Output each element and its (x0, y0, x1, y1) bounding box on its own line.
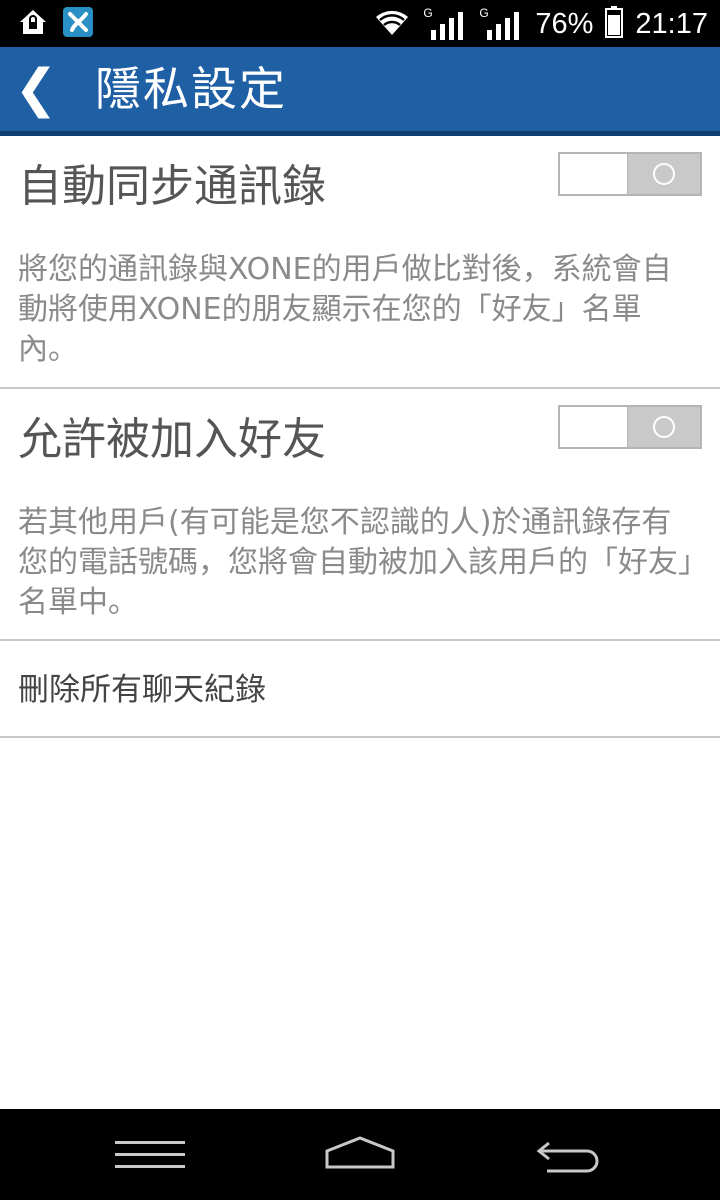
clock: 21:17 (635, 7, 708, 40)
chevron-left-icon: ❮ (14, 59, 58, 119)
toggle-knob (627, 154, 700, 194)
page-title: 隱私設定 (95, 62, 287, 116)
auto-sync-toggle[interactable] (558, 152, 702, 196)
signal-icon: G (479, 6, 523, 42)
navigation-bar (0, 1109, 720, 1200)
setting-title: 允許被加入好友 (18, 414, 326, 465)
back-icon (536, 1141, 599, 1173)
menu-icon (115, 1141, 185, 1168)
status-bar-right: G G 76% 21:17 (373, 4, 708, 44)
setting-auto-sync-contacts: 自動同步通訊錄 將您的通訊錄與XONE的用戶做比對後，系統會自動將使用XONE的… (0, 136, 720, 389)
toggle-knob (627, 407, 700, 447)
allow-add-friend-toggle[interactable] (558, 405, 702, 449)
back-button[interactable]: ❮ (6, 47, 66, 131)
action-bar: ❮ 隱私設定 (0, 47, 720, 136)
status-bar: G G 76% 21:17 (0, 0, 720, 47)
signal-icon: G (423, 6, 467, 42)
status-bar-left (18, 6, 94, 42)
battery-percent: 76% (535, 7, 594, 40)
home-icon (325, 1136, 395, 1169)
wifi-icon (373, 7, 411, 41)
setting-description: 若其他用戶(有可能是您不認識的人)於通訊錄存有您的電話號碼，您將會自動被加入該用… (18, 505, 693, 620)
app-notification-icon (62, 6, 94, 42)
battery-icon (605, 6, 624, 42)
system-back-button[interactable] (525, 1127, 615, 1183)
setting-title: 自動同步通訊錄 (18, 161, 326, 212)
setting-description: 將您的通訊錄與XONE的用戶做比對後，系統會自動將使用XONE的朋友顯示在您的「… (18, 252, 672, 367)
delete-chat-history-label: 刪除所有聊天紀錄 (18, 672, 266, 708)
delete-chat-history-row[interactable]: 刪除所有聊天紀錄 (0, 641, 720, 738)
menu-button[interactable] (105, 1127, 195, 1183)
home-button[interactable] (315, 1127, 405, 1183)
setting-allow-add-friend: 允許被加入好友 若其他用戶(有可能是您不認識的人)於通訊錄存有您的電話號碼，您將… (0, 389, 720, 641)
home-lock-icon (18, 7, 48, 41)
